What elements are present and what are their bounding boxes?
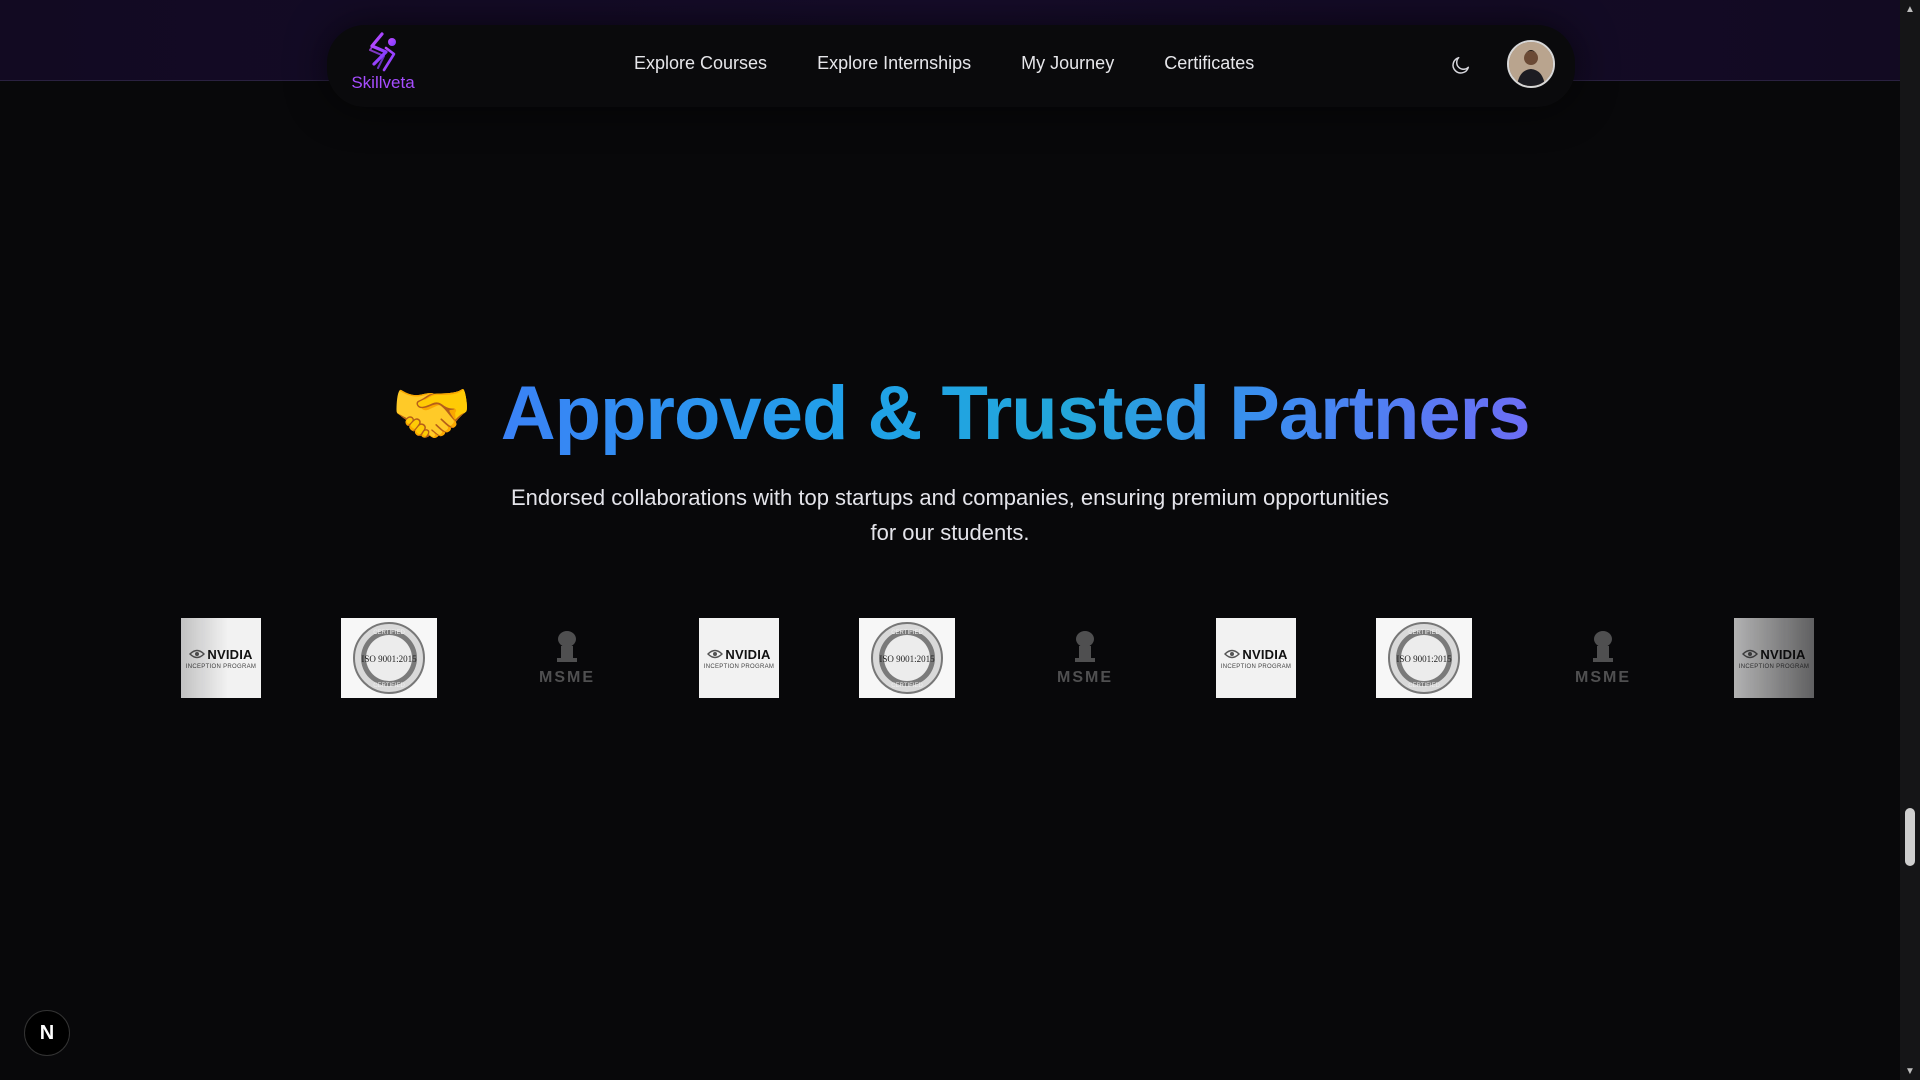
msme-text: MSME xyxy=(1575,669,1631,686)
emblem-icon xyxy=(557,631,577,662)
nvidia-name: NVIDIA xyxy=(1760,646,1806,662)
nvidia-eye-icon xyxy=(707,649,724,659)
nvidia-logo: NVIDIA INCEPTION PROGRAM xyxy=(1734,618,1814,698)
msme-logo: MSME xyxy=(1048,618,1122,698)
section-title: Approved & Trusted Partners xyxy=(500,370,1531,456)
nvidia-eye-icon xyxy=(1742,649,1759,659)
section-subtitle: Endorsed collaborations with top startup… xyxy=(460,480,1440,550)
nvidia-eye-icon xyxy=(1224,649,1241,659)
msme-logo: MSME xyxy=(1566,618,1640,698)
nvidia-name: NVIDIA xyxy=(207,646,253,662)
nav-certificates[interactable]: Certificates xyxy=(1164,53,1254,77)
nvidia-sub: INCEPTION PROGRAM xyxy=(1220,663,1292,670)
nav-explore-courses[interactable]: Explore Courses xyxy=(634,53,767,77)
subtitle-line-1: Endorsed collaborations with top startup… xyxy=(510,485,1390,510)
skillveta-logo-icon xyxy=(369,32,396,72)
section-heading-row: 🤝 Approved & Trusted Partners xyxy=(385,368,1535,458)
subtitle-line-2: for our students. xyxy=(870,520,1030,545)
iso-text: ISO 9001:2015 xyxy=(361,654,417,664)
nvidia-sub: INCEPTION PROGRAM xyxy=(185,663,257,670)
iso-seal-icon: ISO 9001:2015 CERTIFIED CERTIFIED xyxy=(871,622,943,694)
iso-text: ISO 9001:2015 xyxy=(879,654,935,664)
nvidia-name: NVIDIA xyxy=(725,646,771,662)
user-avatar[interactable] xyxy=(1507,40,1555,88)
nvidia-eye-icon xyxy=(189,649,206,659)
brand-logo[interactable]: Skillveta xyxy=(347,32,419,98)
iso-ring-bottom: CERTIFIED xyxy=(373,683,405,689)
emblem-icon xyxy=(1075,631,1095,662)
msme-logo: MSME xyxy=(530,618,604,698)
nav-my-journey[interactable]: My Journey xyxy=(1021,53,1114,77)
iso-certified-logo: ISO 9001:2015 CERTIFIED CERTIFIED xyxy=(341,618,437,698)
partner-logos-marquee: NVIDIA INCEPTION PROGRAM ISO 9001:2015 C… xyxy=(0,610,1900,710)
iso-text: ISO 9001:2015 xyxy=(1396,654,1452,664)
nvidia-name: NVIDIA xyxy=(1242,646,1288,662)
moon-icon xyxy=(1452,56,1470,74)
scroll-thumb[interactable] xyxy=(1905,808,1915,866)
nav-links: Explore Courses Explore Internships My J… xyxy=(634,53,1254,77)
iso-ring-top: CERTIFIED xyxy=(373,630,405,636)
nvidia-sub: INCEPTION PROGRAM xyxy=(1738,663,1810,670)
iso-ring-bottom: CERTIFIED xyxy=(1408,683,1440,689)
iso-ring-top: CERTIFIED xyxy=(1408,630,1440,636)
iso-seal-icon: ISO 9001:2015 CERTIFIED CERTIFIED xyxy=(1388,622,1460,694)
nav-explore-internships[interactable]: Explore Internships xyxy=(817,53,971,77)
iso-seal-icon: ISO 9001:2015 CERTIFIED CERTIFIED xyxy=(353,622,425,694)
scroll-down-arrow-icon[interactable]: ▼ xyxy=(1903,1064,1917,1078)
emblem-icon xyxy=(1593,631,1613,662)
page: Skillveta Explore Courses Explore Intern… xyxy=(0,0,1920,1080)
nextjs-dev-badge[interactable]: N xyxy=(24,1010,70,1056)
nvidia-logo: NVIDIA INCEPTION PROGRAM xyxy=(1216,618,1296,698)
nvidia-logo: NVIDIA INCEPTION PROGRAM xyxy=(699,618,779,698)
handshake-emoji: 🤝 xyxy=(390,376,473,450)
scroll-up-arrow-icon[interactable]: ▲ xyxy=(1903,2,1917,16)
iso-ring-top: CERTIFIED xyxy=(891,630,923,636)
msme-text: MSME xyxy=(1057,669,1113,686)
navbar: Skillveta Explore Courses Explore Intern… xyxy=(327,25,1575,107)
iso-certified-logo: ISO 9001:2015 CERTIFIED CERTIFIED xyxy=(1376,618,1472,698)
page-scrollbar[interactable]: ▲ ▼ xyxy=(1900,0,1920,1080)
msme-text: MSME xyxy=(539,669,595,686)
nvidia-logo: NVIDIA INCEPTION PROGRAM xyxy=(181,618,261,698)
iso-ring-bottom: CERTIFIED xyxy=(891,683,923,689)
iso-certified-logo: ISO 9001:2015 CERTIFIED CERTIFIED xyxy=(859,618,955,698)
brand-name: Skillveta xyxy=(351,73,415,92)
theme-toggle-button[interactable] xyxy=(1448,52,1474,78)
avatar-person-icon xyxy=(1509,42,1553,86)
nvidia-sub: INCEPTION PROGRAM xyxy=(703,663,775,670)
